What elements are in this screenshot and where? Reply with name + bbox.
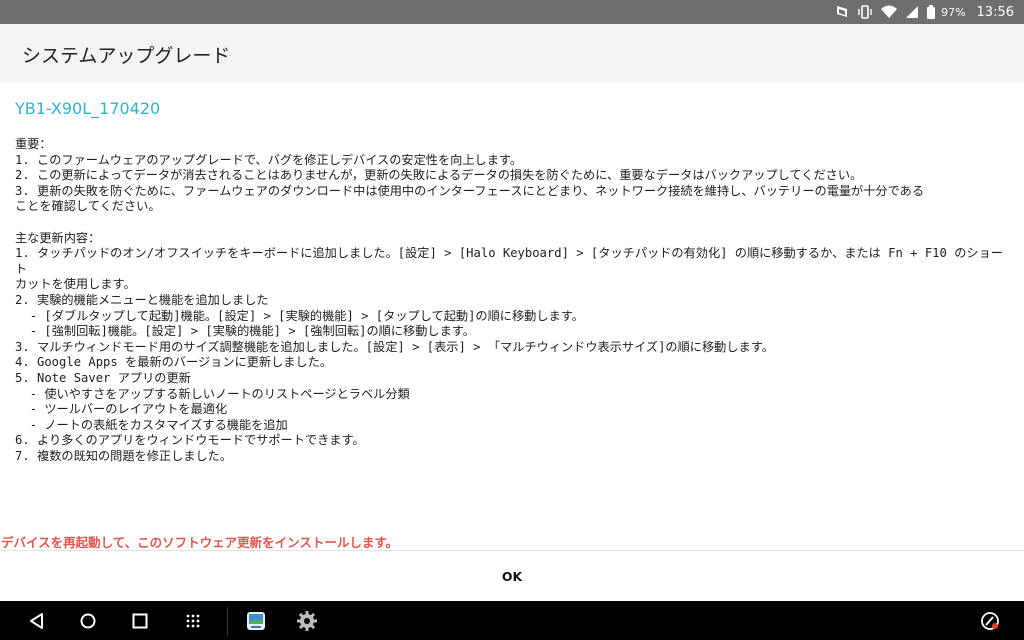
gallery-app-icon[interactable] — [244, 609, 268, 633]
version-label: YB1-X90L_170420 — [15, 99, 161, 118]
ok-button[interactable]: OK — [462, 556, 562, 596]
lenovo-logo-icon — [834, 4, 850, 20]
release-notes-text: 重要： 1. このファームウェアのアップグレードで、バグを修正しデバイスの安定性… — [15, 137, 1003, 463]
title-bar: システムアップグレード — [0, 24, 1024, 82]
page-title: システムアップグレード — [22, 45, 231, 67]
app-drawer-icon[interactable] — [181, 609, 205, 633]
wifi-icon — [880, 4, 898, 20]
navigation-bar — [0, 601, 1024, 640]
divider — [0, 550, 1024, 551]
restart-warning: デバイスを再起動して、このソフトウェア更新をインストールします。 — [1, 535, 399, 550]
status-icons: 97% 13:56 — [834, 0, 1014, 24]
battery-icon — [926, 4, 936, 20]
status-time: 13:56 — [976, 4, 1014, 20]
recents-icon[interactable] — [128, 609, 152, 633]
nav-divider — [227, 607, 228, 635]
home-icon[interactable] — [76, 609, 100, 633]
eye-care-icon[interactable] — [978, 609, 1002, 633]
back-icon[interactable] — [25, 609, 49, 633]
battery-percent: 97% — [941, 5, 966, 19]
settings-icon[interactable] — [295, 609, 319, 633]
status-bar: 97% 13:56 — [0, 0, 1024, 24]
cell-signal-icon — [905, 4, 919, 20]
vibrate-icon — [857, 4, 873, 20]
